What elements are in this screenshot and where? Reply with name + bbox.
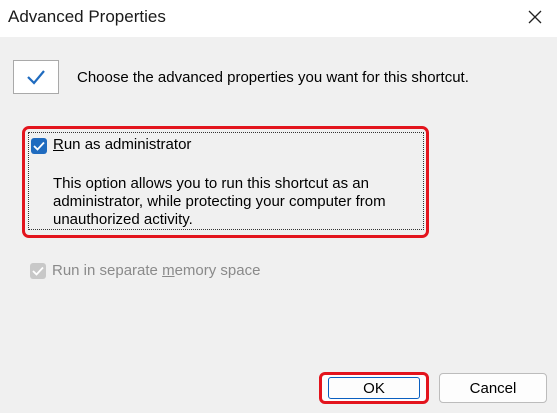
run-as-admin-label[interactable]: Run as administrator <box>53 136 191 153</box>
intro-text: Choose the advanced properties you want … <box>77 69 469 86</box>
close-icon <box>528 10 542 24</box>
separate-memory-label-after: emory space <box>174 262 261 279</box>
checkmark-icon <box>32 266 44 276</box>
checkmark-box-icon <box>13 60 59 94</box>
separate-memory-label: Run in separate memory space <box>52 262 260 279</box>
separate-memory-accelerator: m <box>162 262 175 279</box>
run-as-admin-accelerator: R <box>53 136 64 153</box>
checkmark-icon <box>33 141 45 151</box>
separate-memory-checkbox <box>30 263 46 279</box>
window-title: Advanced Properties <box>8 7 166 26</box>
ok-button-label: OK <box>328 377 420 399</box>
run-as-admin-label-rest: un as administrator <box>63 136 192 153</box>
run-as-admin-checkbox[interactable] <box>31 138 47 154</box>
ok-button[interactable]: OK <box>319 372 429 404</box>
title-bar: Advanced Properties <box>0 0 557 37</box>
separate-memory-label-before: Run in separate <box>52 262 163 279</box>
close-button[interactable] <box>519 2 551 32</box>
run-as-admin-description: This option allows you to run this short… <box>53 175 386 228</box>
cancel-button[interactable]: Cancel <box>439 373 547 403</box>
